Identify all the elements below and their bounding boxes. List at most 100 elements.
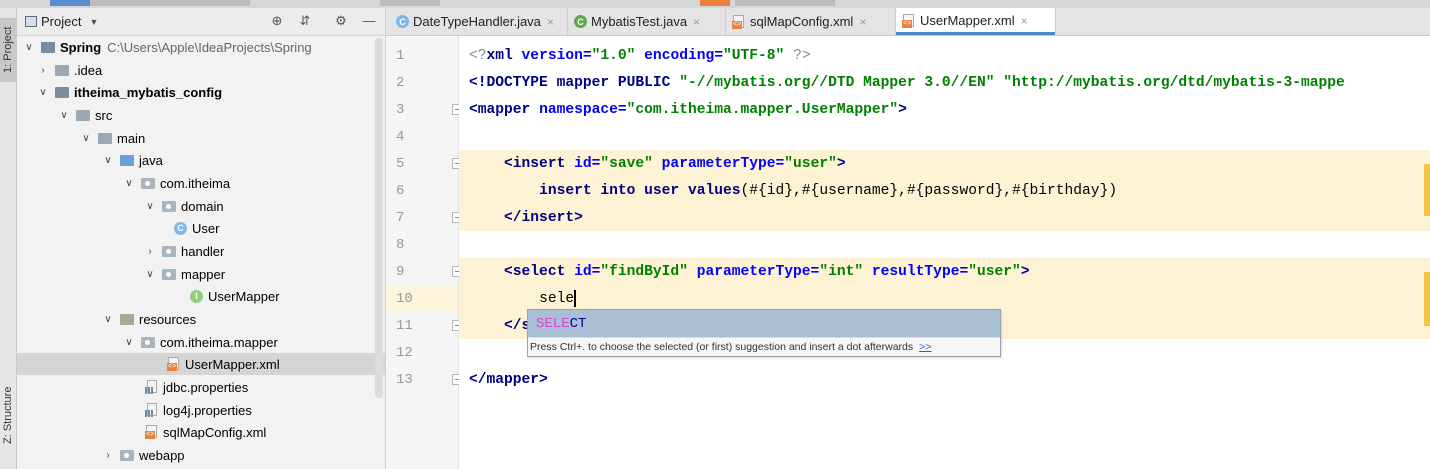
xml-file-icon (902, 13, 916, 28)
tab-usermapper-xml[interactable]: UserMapper.xml × (896, 8, 1056, 35)
gear-icon[interactable]: ⚙ (333, 13, 349, 29)
error-stripe[interactable] (1422, 36, 1430, 469)
line-number: 4 (396, 128, 405, 145)
tree-item-user[interactable]: C User (17, 217, 385, 239)
tree-item-label: UserMapper.xml (185, 356, 280, 372)
chevron-down-icon[interactable]: ∨ (144, 269, 156, 280)
tree-item-idea[interactable]: › .idea (17, 59, 385, 81)
tree-item-jdbc-properties[interactable]: jdbc.properties (17, 376, 385, 398)
completion-hint-link[interactable]: >> (919, 341, 931, 353)
chevron-down-icon[interactable]: ∨ (102, 314, 114, 325)
close-icon[interactable]: × (859, 15, 866, 29)
package-icon (162, 245, 176, 257)
chevron-down-icon: ▼ (89, 16, 99, 27)
tab-label: DateTypeHandler.java (413, 14, 541, 29)
tree-item-label: handler (181, 243, 225, 259)
close-icon[interactable]: × (693, 15, 700, 29)
change-marker[interactable] (1424, 272, 1430, 326)
chevron-right-icon[interactable]: › (144, 246, 156, 257)
collapse-all-icon[interactable]: ⇵ (297, 13, 313, 29)
xml-file-icon (145, 425, 159, 439)
tree-item-label: User (192, 220, 220, 236)
tree-item-label: .idea (74, 62, 103, 78)
module-folder-icon (55, 86, 69, 98)
properties-file-icon (145, 380, 159, 394)
tree-item-domain[interactable]: ∨ domain (17, 195, 385, 217)
tree-item-label: java (139, 152, 163, 168)
folder-icon (98, 132, 112, 144)
tree-item-src[interactable]: ∨ src (17, 104, 385, 126)
chevron-down-icon[interactable]: ∨ (58, 110, 70, 121)
chevron-down-icon[interactable]: ∨ (37, 87, 49, 98)
tree-item-path: C:\Users\Apple\IdeaProjects\Spring (107, 39, 312, 55)
change-marker[interactable] (1424, 164, 1430, 216)
tree-item-label: jdbc.properties (163, 379, 249, 395)
tree-item-label: log4j.properties (163, 402, 252, 418)
line-number: 9 (386, 258, 463, 285)
project-panel-title: Project (41, 14, 82, 29)
tree-item-main[interactable]: ∨ main (17, 127, 385, 149)
target-icon[interactable]: ⊕ (269, 13, 285, 29)
hide-panel-icon[interactable]: — (361, 13, 377, 29)
code-line-10: sele (459, 285, 1430, 312)
project-view-selector[interactable]: Project ▼ (25, 14, 98, 29)
tree-item-usermapper[interactable]: I UserMapper (17, 285, 385, 307)
tab-datetypehandler-java[interactable]: C DateTypeHandler.java × (390, 8, 568, 35)
tab-mybatistest-java[interactable]: C MybatisTest.java × (568, 8, 726, 35)
tree-item-com-itheima-mapper[interactable]: ∨ com.itheima.mapper (17, 331, 385, 353)
tree-item-mapper[interactable]: ∨ mapper (17, 263, 385, 285)
tree-item-label: sqlMapConfig.xml (163, 424, 267, 440)
chevron-down-icon[interactable]: ∨ (102, 155, 114, 166)
tab-label: sqlMapConfig.xml (750, 14, 854, 29)
xml-file-icon (732, 14, 746, 29)
tree-item-log4j-properties[interactable]: log4j.properties (17, 399, 385, 421)
tree-item-usermapper-xml[interactable]: UserMapper.xml (17, 353, 385, 375)
completion-item-select[interactable]: SELE CT (528, 310, 1000, 337)
tree-item-handler[interactable]: › handler (17, 240, 385, 262)
tree-item-com-itheima[interactable]: ∨ com.itheima (17, 172, 385, 194)
chevron-down-icon[interactable]: ∨ (80, 133, 92, 144)
tree-scrollbar[interactable] (375, 38, 383, 398)
module-folder-icon (41, 41, 55, 53)
text-caret (574, 290, 577, 307)
line-number: 6 (396, 182, 405, 199)
chevron-down-icon[interactable]: ∨ (123, 337, 135, 348)
chevron-down-icon[interactable]: ∨ (123, 178, 135, 189)
chevron-right-icon[interactable]: › (37, 65, 49, 76)
chevron-down-icon[interactable]: ∨ (144, 201, 156, 212)
web-folder-icon (120, 449, 134, 461)
project-panel-header: Project ▼ ⊕ ⇵ ⚙ — (17, 8, 385, 36)
tree-item-itheima-mybatis-config[interactable]: ∨ itheima_mybatis_config (17, 81, 385, 103)
close-icon[interactable]: × (547, 15, 554, 29)
tree-item-java[interactable]: ∨ java (17, 149, 385, 171)
package-icon (141, 177, 155, 189)
line-number: 8 (396, 236, 405, 253)
code-line-1: <? xml version= "1.0" encoding= "UTF-8" ?> (469, 47, 811, 64)
tree-item-webapp[interactable]: › webapp (17, 444, 385, 466)
close-icon[interactable]: × (1021, 14, 1028, 28)
tree-item-sqlmapconfig-xml[interactable]: sqlMapConfig.xml (17, 421, 385, 443)
code-line-3: <mapper namespace= "com.itheima.mapper.Us… (469, 101, 907, 118)
chevron-down-icon[interactable]: ∨ (23, 42, 35, 53)
tab-sqlmapconfig-xml[interactable]: sqlMapConfig.xml × (726, 8, 896, 35)
code-line-7: </insert> (459, 204, 1430, 231)
project-view-icon (25, 16, 37, 27)
package-icon (141, 336, 155, 348)
line-number: 5 (386, 150, 463, 177)
chevron-right-icon[interactable]: › (102, 450, 114, 461)
tree-item-resources[interactable]: ∨ resources (17, 308, 385, 330)
code-line-2: <!DOCTYPE mapper PUBLIC "-//mybatis.org/… (469, 74, 1345, 91)
tree-item-label: resources (139, 311, 197, 327)
code-line-5: <insert id= "save" parameterType= "user" > (459, 150, 1430, 177)
tab-label: MybatisTest.java (591, 14, 688, 29)
tree-item-label: Spring (60, 39, 102, 55)
tree-item-label: com.itheima (160, 175, 231, 191)
tool-tab-project[interactable]: 1: Project (0, 18, 16, 82)
tool-tab-structure[interactable]: Z: Structure (0, 380, 16, 450)
code-editor[interactable]: <? xml version= "1.0" encoding= "UTF-8" ?> … (459, 36, 1430, 469)
folder-icon (76, 109, 90, 121)
line-number: 11 (386, 312, 463, 339)
tree-item-spring[interactable]: ∨ Spring C:\Users\Apple\IdeaProjects\Spr… (17, 36, 385, 58)
line-number: 3 (386, 96, 463, 123)
